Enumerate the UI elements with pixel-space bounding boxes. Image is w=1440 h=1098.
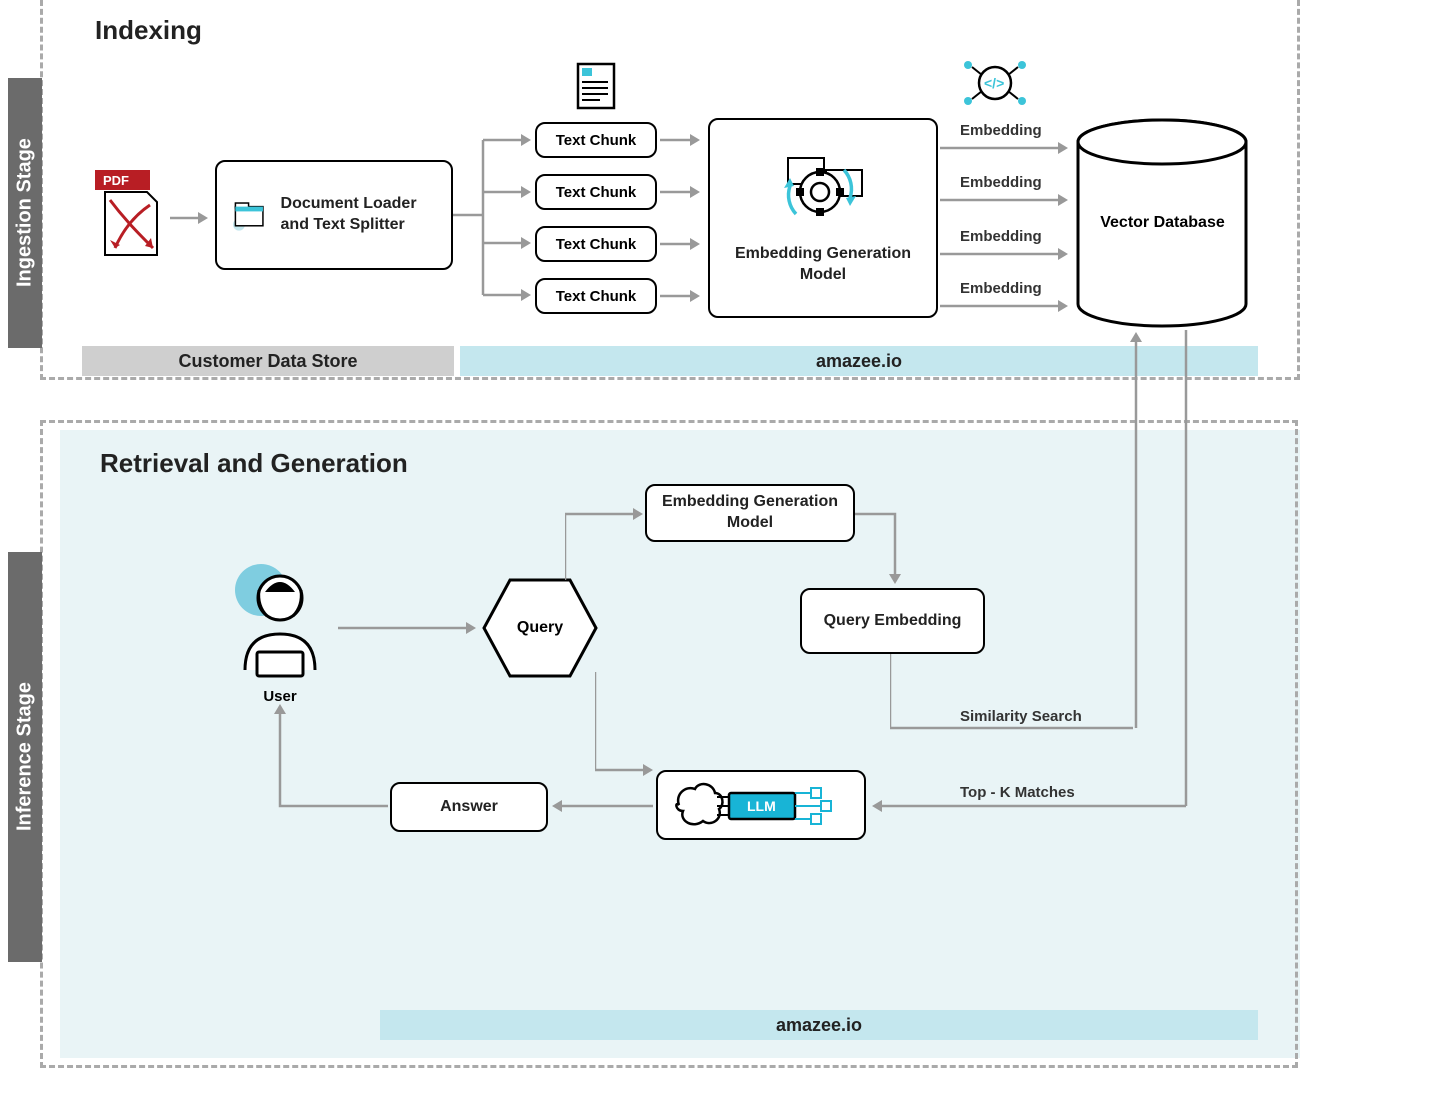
document-icon xyxy=(572,60,620,112)
embedding-label-2: Embedding xyxy=(960,174,1042,191)
embedding-model-box: Embedding Generation Model xyxy=(708,118,938,318)
pdf-badge-text: PDF xyxy=(103,173,129,188)
text-chunk-2: Text Chunk xyxy=(535,174,657,210)
splitter-lines xyxy=(453,120,533,320)
arrow-pdf-to-loader xyxy=(170,208,210,228)
ingestion-stage-text: Ingestion Stage xyxy=(14,139,37,288)
user-icon xyxy=(225,560,335,680)
arrow-topk-to-llm xyxy=(870,798,1190,814)
arrow-llm-to-answer xyxy=(550,798,655,814)
customer-data-store-bar: Customer Data Store xyxy=(82,346,454,376)
amazee-bar-bottom: amazee.io xyxy=(380,1010,1258,1040)
document-loader-box: Document Loader and Text Splitter xyxy=(215,160,453,270)
text-chunk-1: Text Chunk xyxy=(535,122,657,158)
text-chunk-3: Text Chunk xyxy=(535,226,657,262)
query-embedding-box: Query Embedding xyxy=(800,588,985,654)
indexing-title: Indexing xyxy=(95,15,202,46)
arrow-chunk-2 xyxy=(660,184,702,200)
arrow-emb-1 xyxy=(940,140,1070,156)
arrow-chunk-4 xyxy=(660,288,702,304)
svg-text:</>: </> xyxy=(984,75,1004,91)
arrow-answer-to-user xyxy=(272,700,392,816)
arrow-db-down xyxy=(1178,330,1194,808)
query-label: Query xyxy=(517,619,563,637)
vector-database-label: Vector Database xyxy=(1075,213,1250,234)
retrieval-title: Retrieval and Generation xyxy=(100,448,408,479)
inference-stage-label: Inference Stage xyxy=(8,552,42,962)
arrow-emb-2 xyxy=(940,192,1070,208)
text-chunk-4: Text Chunk xyxy=(535,278,657,314)
folder-icon xyxy=(233,191,267,239)
arrow-query-to-embmodel xyxy=(565,506,645,586)
llm-box: LLM xyxy=(656,770,866,840)
arrow-embmodel-to-queryemb xyxy=(855,506,905,586)
gear-icon xyxy=(778,150,868,230)
pdf-icon: PDF xyxy=(95,170,165,260)
arrow-chunk-3 xyxy=(660,236,702,252)
arrow-query-to-llm xyxy=(595,672,655,782)
svg-text:LLM: LLM xyxy=(747,798,776,814)
embedding-label-4: Embedding xyxy=(960,280,1042,297)
inference-stage-text: Inference Stage xyxy=(14,683,37,832)
llm-chip-icon: LLM xyxy=(671,779,851,831)
embedding-model-label: Embedding Generation Model xyxy=(722,244,924,286)
arrow-chunk-1 xyxy=(660,132,702,148)
arrow-emb-4 xyxy=(940,298,1070,314)
embedding-label-3: Embedding xyxy=(960,228,1042,245)
code-network-icon: </> xyxy=(960,55,1030,111)
embedding-model-small: Embedding Generation Model xyxy=(645,484,855,542)
arrow-similarity-search xyxy=(890,654,1140,744)
arrow-user-to-query xyxy=(338,620,478,636)
document-loader-label: Document Loader and Text Splitter xyxy=(281,194,439,236)
vector-database: Vector Database xyxy=(1075,118,1250,328)
embedding-label-1: Embedding xyxy=(960,122,1042,139)
query-hexagon: Query xyxy=(480,576,600,680)
answer-box: Answer xyxy=(390,782,548,832)
arrow-emb-3 xyxy=(940,246,1070,262)
ingestion-stage-label: Ingestion Stage xyxy=(8,78,42,348)
arrow-to-db-up xyxy=(1128,330,1144,730)
